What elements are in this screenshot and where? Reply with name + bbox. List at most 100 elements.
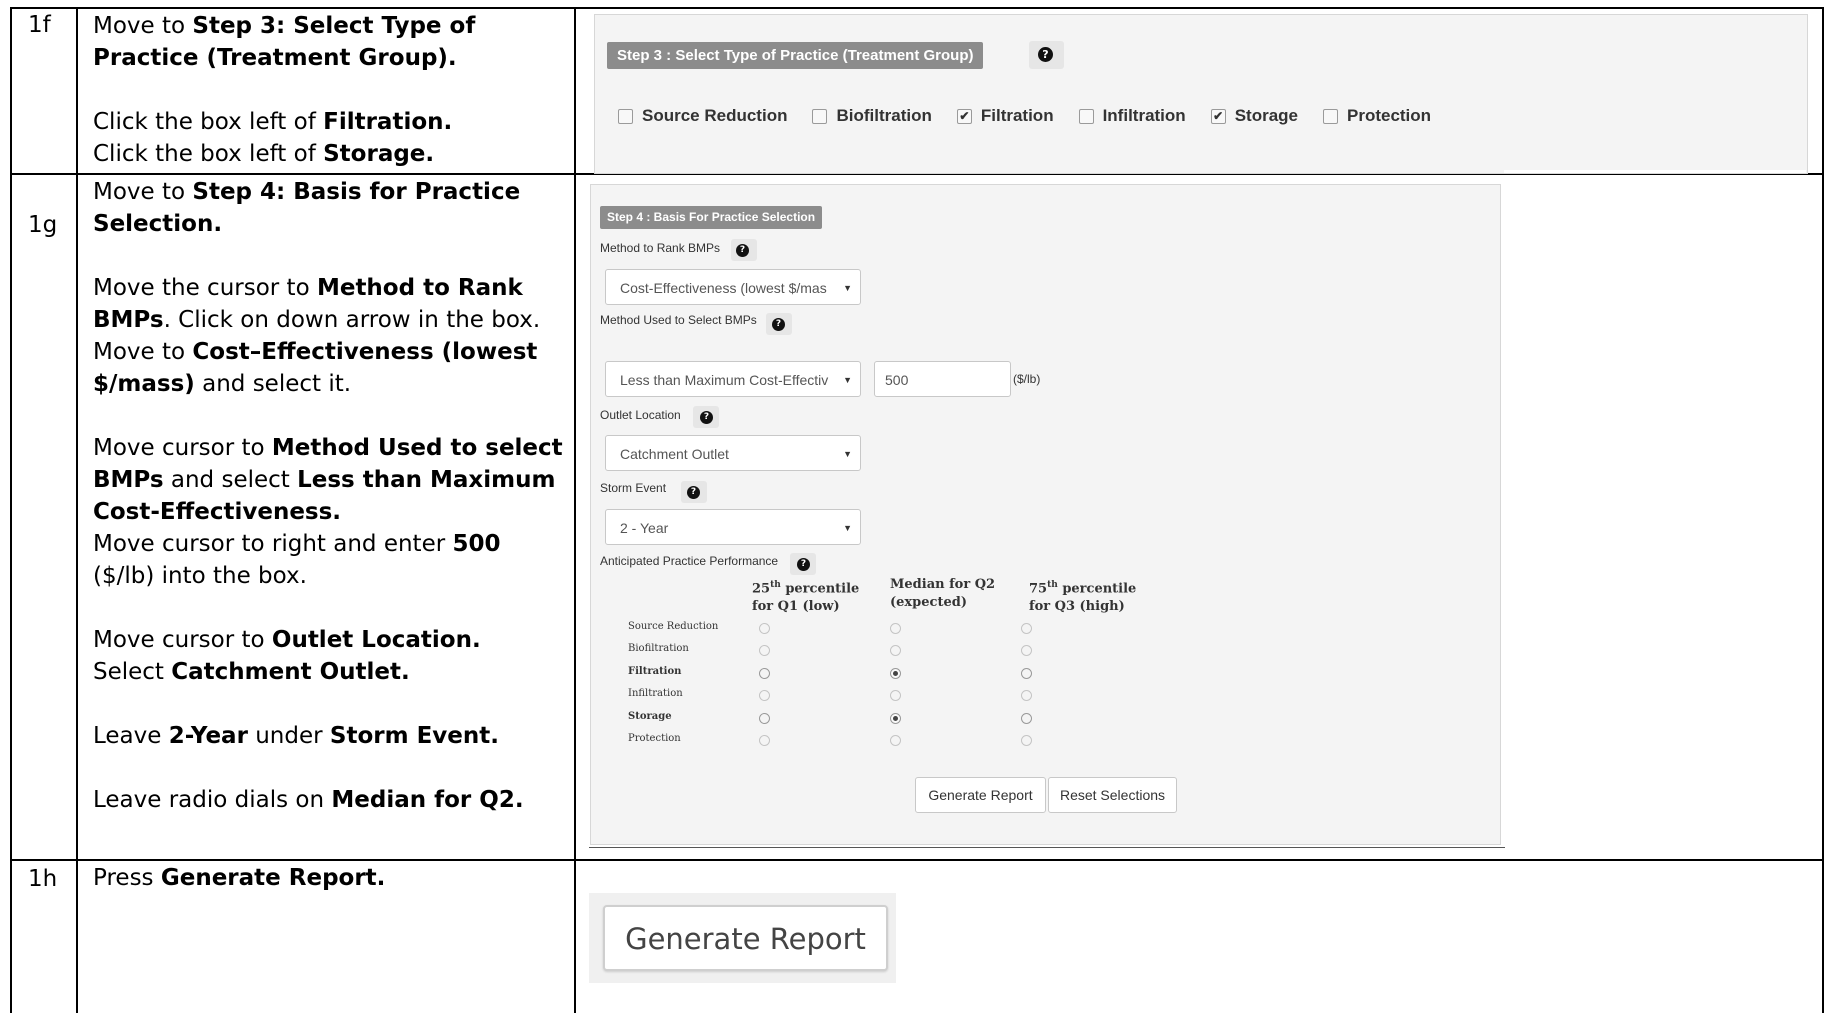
method-select-select[interactable]: Less than Maximum Cost-Effectiv ▼ (605, 361, 861, 397)
instruction-run: Move the cursor to (93, 275, 317, 301)
table-right-border (1822, 7, 1824, 1013)
step3-header: Step 3 : Select Type of Practice (Treatm… (607, 42, 984, 69)
instruction-paragraph: Click the box left of Filtration. (93, 106, 563, 138)
emphasized-text: Median for Q2. (331, 787, 524, 813)
step4-bottom-rule (589, 847, 1505, 848)
instruction-paragraph: Move to Step 3: Select Type of Practice … (93, 10, 563, 74)
instruction-paragraph: Move cursor to Outlet Location. (93, 624, 563, 656)
practice-row-label: Biofiltration (628, 643, 689, 654)
checkbox[interactable] (812, 108, 828, 124)
checkbox[interactable] (1078, 108, 1094, 124)
help-icon[interactable]: ? (700, 411, 713, 424)
instruction-text: Press Generate Report. (93, 862, 563, 894)
table-top-border (10, 7, 1824, 9)
radio (759, 735, 770, 746)
radio (759, 623, 770, 634)
method-rank-value: Cost-Effectiveness (lowest $/mas (620, 280, 827, 296)
practice-type-checkboxes: Source Reduction Biofiltration ✔ Filtration… (618, 104, 1456, 128)
practice-checkbox-item[interactable]: Infiltration (1078, 106, 1186, 126)
instruction-text: Move to Step 4: Basis for Practice Selec… (93, 176, 563, 816)
practice-row-label: Storage (628, 711, 672, 722)
instruction-paragraph: Click the box left of Storage. (93, 138, 563, 170)
instruction-paragraph: Move cursor to Method Used to select BMP… (93, 432, 563, 528)
outlet-location-select[interactable]: Catchment Outlet ▼ (605, 435, 861, 471)
step-number: 1f (28, 12, 51, 38)
checkbox[interactable] (618, 108, 633, 124)
radio (759, 690, 770, 701)
step3-help-icon[interactable]: ? (1038, 47, 1053, 62)
help-icon[interactable]: ? (687, 486, 700, 499)
instruction-run: Click the box left of (93, 109, 324, 135)
help-icon[interactable]: ? (797, 558, 810, 571)
method-rank-label: Method to Rank BMPs (600, 241, 721, 255)
radio (890, 735, 901, 746)
checkbox-label: Biofiltration (836, 106, 932, 125)
step-number: 1h (28, 866, 58, 892)
instruction-run: Select (93, 659, 172, 685)
instruction-run: and select (163, 467, 298, 493)
emphasized-text: Storage. (323, 141, 435, 167)
radio (759, 645, 770, 656)
max-unit-label: ($/lb) (1013, 372, 1041, 386)
radio[interactable] (1021, 713, 1032, 724)
emphasized-text: Storm Event. (329, 723, 499, 749)
practice-checkbox-item[interactable]: Biofiltration (812, 106, 932, 126)
practice-checkbox-item[interactable]: Source Reduction (618, 106, 787, 126)
help-icon[interactable]: ? (772, 318, 785, 331)
instruction-run: Leave (93, 723, 169, 749)
outlet-location-label: Outlet Location (600, 408, 681, 422)
step4-header: Step 4 : Basis For Practice Selection (600, 206, 823, 229)
help-icon[interactable]: ? (736, 244, 749, 257)
instruction-run: ($/lb) into the box. (93, 563, 307, 589)
practice-row-label: Protection (628, 733, 681, 744)
instruction-run: Leave radio dials on (93, 787, 332, 813)
radio (1021, 735, 1032, 746)
method-rank-select[interactable]: Cost-Effectiveness (lowest $/mas ▼ (605, 269, 861, 305)
radio (890, 645, 901, 656)
radio (890, 623, 901, 634)
checked-checkbox[interactable]: ✔ (956, 108, 972, 124)
generate-report-button-large[interactable]: Generate Report (603, 905, 888, 971)
instruction-paragraph: Move cursor to right and enter 500 ($/lb… (93, 528, 563, 592)
practice-checkbox-item[interactable]: ✔ Storage (1210, 106, 1298, 126)
chevron-down-icon: ▼ (843, 283, 852, 293)
col-header-q3: 75th percentile for Q3 (high) (1029, 580, 1137, 615)
instruction-paragraph: Leave 2-Year under Storm Event. (93, 720, 563, 752)
radio (1021, 645, 1032, 656)
emphasized-text: Filtration. (323, 109, 453, 135)
practice-checkbox-item[interactable]: ✔ Filtration (956, 106, 1054, 126)
checkbox-label: Protection (1346, 106, 1432, 125)
radio[interactable] (759, 713, 770, 724)
reset-selections-button[interactable]: Reset Selections (1048, 777, 1177, 813)
practice-checkbox-item[interactable]: Protection (1322, 106, 1432, 126)
emphasized-text: Catchment Outlet. (171, 659, 410, 685)
practice-row-label: Filtration (628, 666, 682, 677)
method-select-label: Method Used to Select BMPs (600, 313, 757, 327)
radio[interactable] (759, 668, 770, 679)
checkbox[interactable] (1322, 108, 1338, 124)
emphasized-text: 500 (452, 531, 501, 557)
instruction-run: and select it. (194, 371, 352, 397)
screenshot-column-divider (574, 7, 576, 1013)
radio (1021, 623, 1032, 634)
method-select-value: Less than Maximum Cost-Effectiv (620, 372, 829, 388)
emphasized-text: Generate Report. (160, 865, 386, 891)
radio-selected[interactable] (890, 668, 901, 679)
storm-event-label: Storm Event (600, 481, 667, 495)
checked-checkbox[interactable]: ✔ (1210, 108, 1226, 124)
storm-event-value: 2 - Year (620, 520, 669, 536)
instruction-paragraph: Press Generate Report. (93, 862, 563, 894)
instruction-paragraph: Select Catchment Outlet. (93, 656, 563, 688)
max-cost-effectiveness-input[interactable]: 500 (874, 361, 1011, 397)
radio[interactable] (1021, 668, 1032, 679)
storm-event-select[interactable]: 2 - Year ▼ (605, 509, 861, 545)
generate-report-button[interactable]: Generate Report (915, 777, 1046, 813)
emphasized-text: 2-Year (168, 723, 248, 749)
radio-selected[interactable] (890, 713, 901, 724)
